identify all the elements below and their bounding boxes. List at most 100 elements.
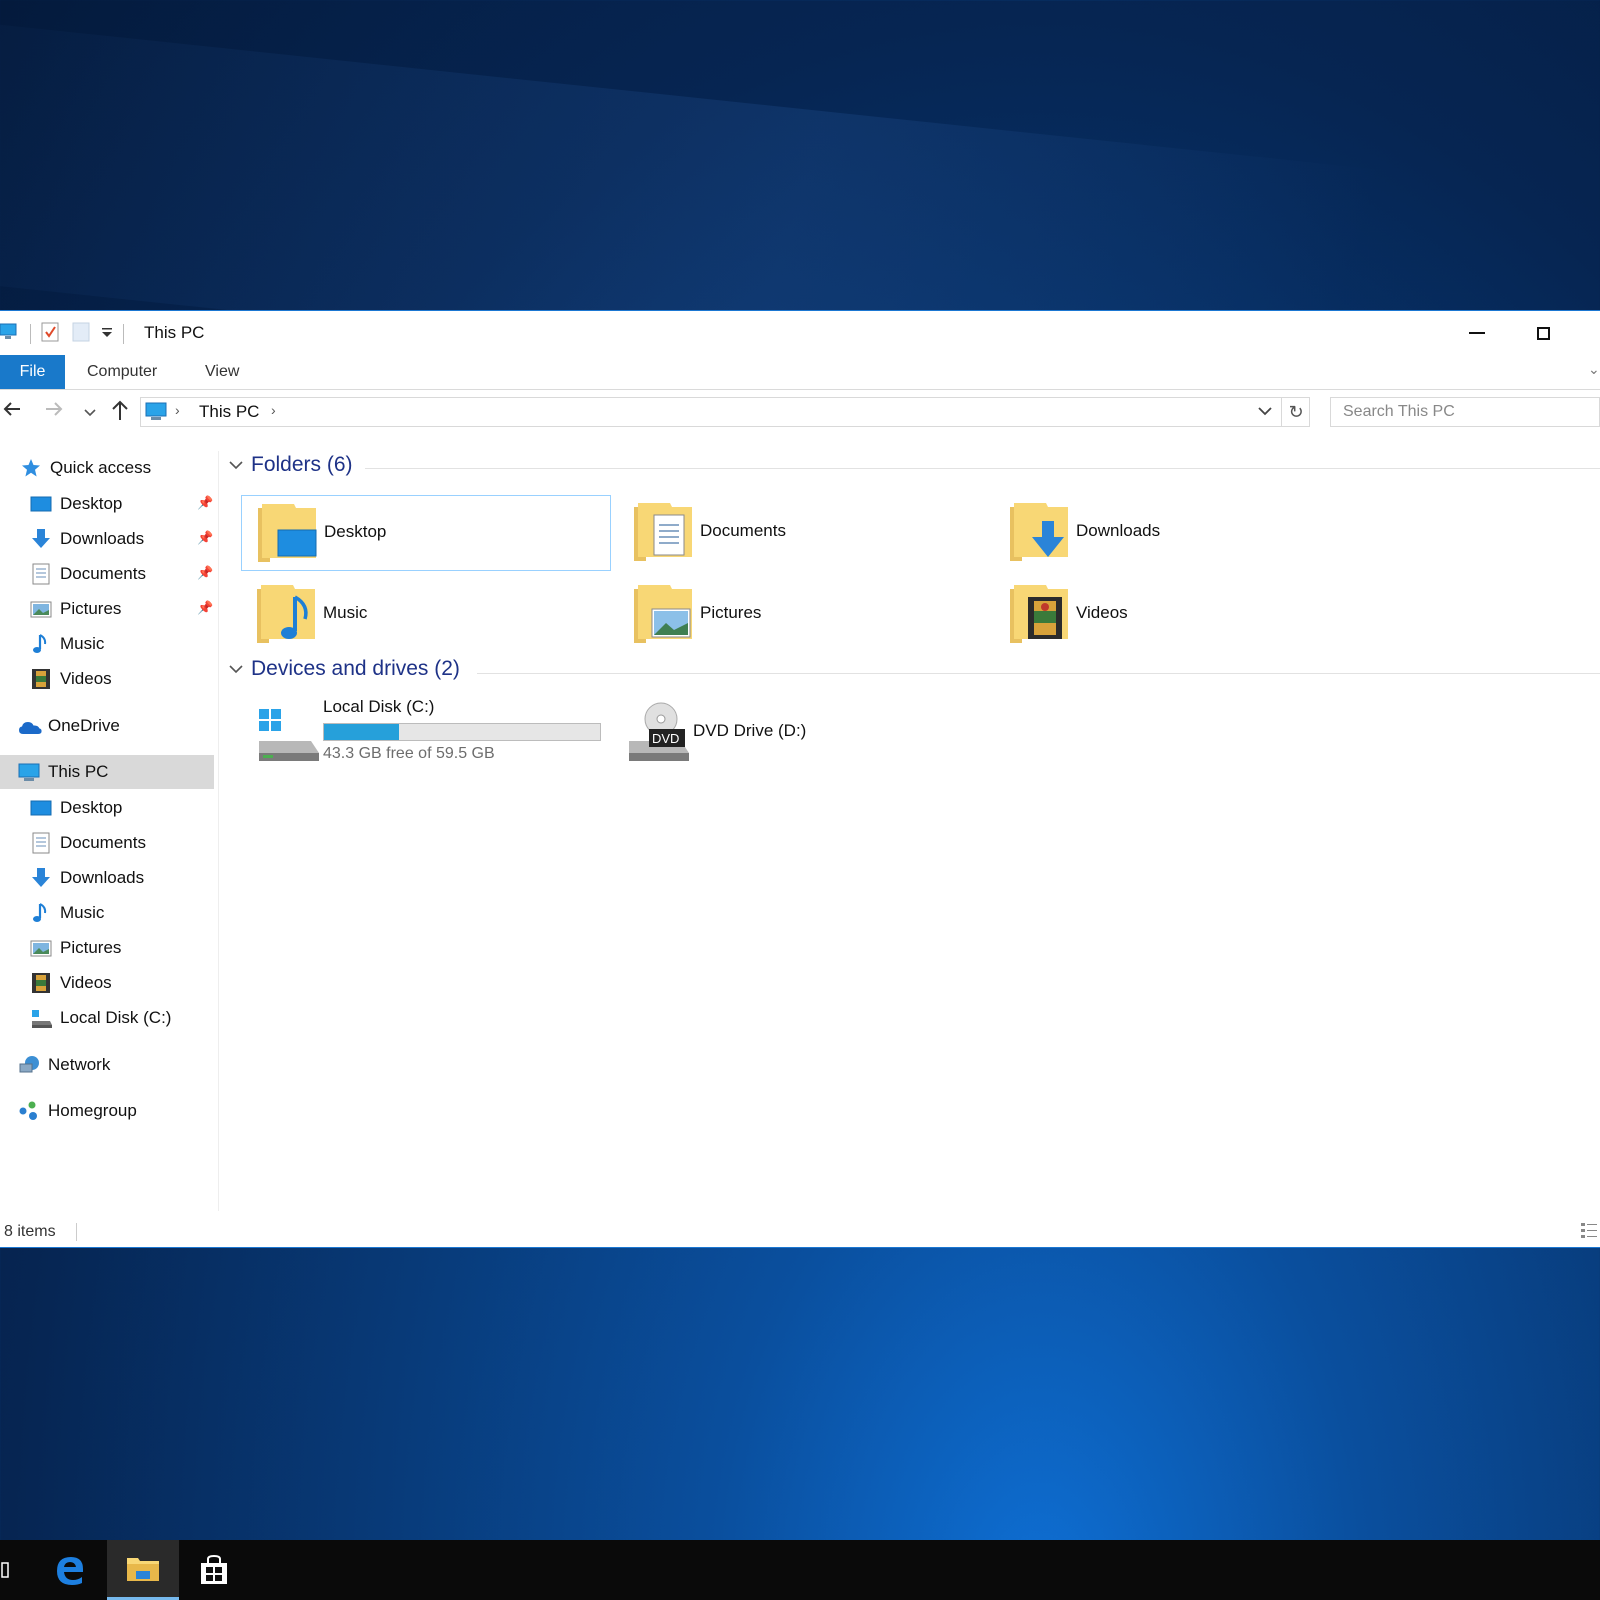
nav-label: Videos <box>60 973 112 992</box>
music-icon <box>30 633 52 655</box>
nav-quick-videos[interactable]: Videos <box>30 662 112 696</box>
pictures-folder-icon <box>632 583 696 645</box>
maximize-button[interactable] <box>1513 311 1573 355</box>
pin-icon[interactable]: 📌 <box>197 495 213 511</box>
network-icon <box>18 1054 40 1076</box>
pin-icon[interactable]: 📌 <box>197 530 213 546</box>
folder-tile-music[interactable]: Music <box>241 577 611 653</box>
tab-computer[interactable]: Computer <box>87 355 157 389</box>
customize-toolbar-icon[interactable] <box>101 325 113 344</box>
nav-this-pc[interactable]: This PC <box>0 755 214 789</box>
nav-onedrive[interactable]: OneDrive <box>18 709 120 743</box>
nav-pc-pictures[interactable]: Pictures <box>30 931 121 965</box>
nav-label: Music <box>60 903 105 922</box>
nav-label: This PC <box>48 762 109 781</box>
address-bar[interactable]: › This PC › ↻ <box>140 397 1310 427</box>
pc-icon[interactable] <box>0 323 20 346</box>
nav-quick-downloads[interactable]: Downloads <box>30 522 144 556</box>
desktop-icon <box>30 493 52 515</box>
drive-free-space: 43.3 GB free of 59.5 GB <box>323 745 495 762</box>
search-input[interactable]: Search This PC <box>1330 397 1600 427</box>
nav-homegroup[interactable]: Homegroup <box>18 1094 137 1128</box>
tile-label: Music <box>323 603 368 622</box>
collapse-chevron-icon[interactable] <box>229 661 243 677</box>
drive-tile-local-disk-c[interactable]: Local Disk (C:) 43.3 GB free of 59.5 GB <box>241 697 611 777</box>
taskbar-store-button[interactable] <box>178 1540 250 1600</box>
tile-label: Desktop <box>324 522 387 541</box>
recent-locations-button[interactable] <box>84 405 96 421</box>
navigation-pane: Quick access Desktop 📌 Downloads 📌 Docum… <box>0 451 219 1211</box>
nav-label: Downloads <box>60 868 145 887</box>
folder-tile-videos[interactable]: Videos <box>994 577 1364 653</box>
documents-folder-icon <box>632 501 696 563</box>
folder-tile-documents[interactable]: Documents <box>618 495 988 571</box>
nav-label: OneDrive <box>48 716 120 735</box>
music-icon <box>30 902 52 924</box>
status-bar: 8 items <box>0 1217 1600 1247</box>
homegroup-icon <box>18 1100 40 1122</box>
task-view-button[interactable] <box>0 1540 36 1600</box>
tab-view[interactable]: View <box>205 355 239 389</box>
tile-label: Videos <box>1076 603 1128 622</box>
nav-quick-documents[interactable]: Documents <box>30 557 146 591</box>
downloads-icon <box>30 528 52 550</box>
taskbar-edge-button[interactable] <box>34 1540 106 1600</box>
taskbar-file-explorer-button[interactable] <box>107 1540 179 1600</box>
tile-label: Pictures <box>700 603 762 622</box>
breadcrumb-chevron-icon[interactable]: › <box>271 402 276 418</box>
nav-label: Videos <box>60 669 112 688</box>
nav-pc-local-disk[interactable]: Local Disk (C:) <box>30 1001 171 1035</box>
nav-quick-access[interactable]: Quick access <box>20 451 151 485</box>
breadcrumb-this-pc[interactable]: This PC <box>199 402 259 422</box>
nav-quick-pictures[interactable]: Pictures <box>30 592 121 626</box>
address-dropdown-icon[interactable] <box>1258 403 1272 419</box>
group-title: Devices and drives (2) <box>251 657 460 680</box>
store-icon <box>201 1554 227 1584</box>
pin-icon[interactable]: 📌 <box>197 600 213 616</box>
content-area: Folders (6) Desktop Documents Downloads <box>225 451 1600 1211</box>
window-title: This PC <box>144 323 205 342</box>
folders-group-header[interactable]: Folders (6) <box>229 453 353 477</box>
folder-tile-desktop[interactable]: Desktop <box>241 495 611 571</box>
forward-button[interactable] <box>44 399 64 425</box>
nav-pc-downloads[interactable]: Downloads <box>30 861 144 895</box>
nav-network[interactable]: Network <box>18 1048 110 1082</box>
breadcrumb-chevron-icon[interactable]: › <box>175 402 180 418</box>
videos-folder-icon <box>1008 583 1072 645</box>
documents-icon <box>30 563 52 585</box>
nav-pc-documents[interactable]: Documents <box>30 826 146 860</box>
file-explorer-icon <box>127 1557 159 1581</box>
nav-label: Quick access <box>50 458 152 477</box>
onedrive-cloud-icon <box>18 715 42 737</box>
details-view-icon[interactable] <box>1580 1221 1598 1244</box>
nav-pc-desktop[interactable]: Desktop <box>30 791 122 825</box>
hard-drive-icon <box>30 1007 52 1029</box>
expand-ribbon-icon[interactable]: ⌄ <box>1588 361 1600 378</box>
nav-quick-music[interactable]: Music <box>30 627 104 661</box>
drive-tile-dvd-d[interactable]: DVD DVD Drive (D:) <box>611 697 981 777</box>
folder-tile-downloads[interactable]: Downloads <box>994 495 1364 571</box>
folder-tile-pictures[interactable]: Pictures <box>618 577 988 653</box>
desktop-folder-icon <box>256 502 320 564</box>
pin-icon[interactable]: 📌 <box>197 565 213 581</box>
new-folder-icon[interactable] <box>71 321 91 348</box>
maximize-icon <box>1536 326 1550 340</box>
drive-label: Local Disk (C:) <box>323 697 435 716</box>
tab-file[interactable]: File <box>0 355 65 389</box>
documents-icon <box>30 832 52 854</box>
nav-pc-music[interactable]: Music <box>30 896 104 930</box>
devices-group-header[interactable]: Devices and drives (2) <box>229 657 460 681</box>
collapse-chevron-icon[interactable] <box>229 457 243 473</box>
up-button[interactable] <box>110 399 130 427</box>
tile-label: Documents <box>700 521 786 540</box>
pictures-icon <box>30 937 52 959</box>
nav-quick-desktop[interactable]: Desktop <box>30 487 122 521</box>
back-button[interactable] <box>2 399 22 425</box>
file-explorer-window: This PC File Computer View ⌄ › This PC › <box>0 310 1600 1248</box>
minimize-button[interactable] <box>1447 311 1507 355</box>
item-count: 8 items <box>4 1223 56 1240</box>
tile-label: Downloads <box>1076 521 1161 540</box>
refresh-button[interactable]: ↻ <box>1281 398 1310 426</box>
nav-pc-videos[interactable]: Videos <box>30 966 112 1000</box>
properties-icon[interactable] <box>41 321 61 348</box>
